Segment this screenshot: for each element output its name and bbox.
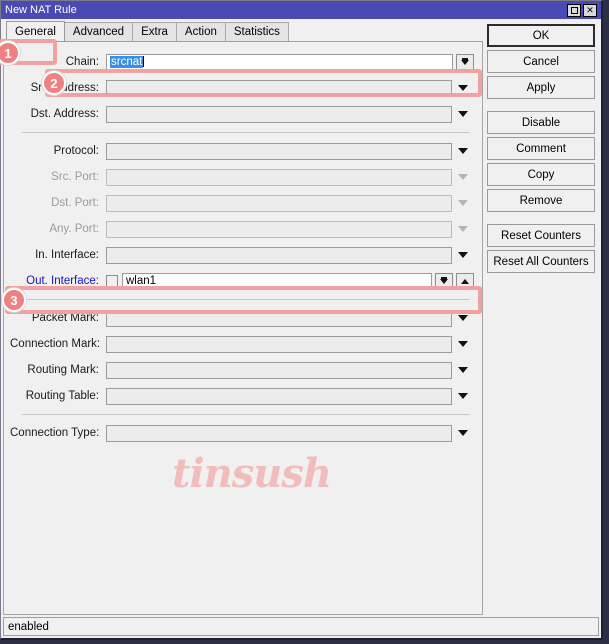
in-interface-dropdown-icon[interactable] bbox=[452, 247, 474, 264]
out-interface-label: Out. Interface: bbox=[26, 275, 99, 287]
out-interface-input[interactable]: wlan1 bbox=[122, 272, 432, 290]
copy-button[interactable]: Copy bbox=[487, 163, 595, 186]
field-row-src-port: Src. Port: bbox=[4, 164, 482, 190]
out-interface-collapse-icon[interactable] bbox=[456, 272, 474, 290]
tab-statistics[interactable]: Statistics bbox=[224, 22, 289, 41]
tab-general[interactable]: General bbox=[6, 21, 65, 41]
field-row-protocol: Protocol: bbox=[4, 138, 482, 164]
dialog-body: General Advanced Extra Action Statistics… bbox=[0, 19, 601, 615]
field-row-dst-port: Dst. Port: bbox=[4, 190, 482, 216]
watermark: tinsush bbox=[172, 450, 332, 497]
field-row-routing-table: Routing Table: bbox=[4, 383, 482, 409]
field-row-connection-mark: Connection Mark: bbox=[4, 331, 482, 357]
divider-2 bbox=[22, 299, 470, 300]
form-column: General Advanced Extra Action Statistics… bbox=[3, 21, 483, 615]
disable-button[interactable]: Disable bbox=[487, 111, 595, 134]
status-bar: enabled bbox=[3, 617, 599, 636]
field-row-routing-mark: Routing Mark: bbox=[4, 357, 482, 383]
out-interface-checkbox[interactable] bbox=[106, 275, 118, 287]
protocol-label: Protocol: bbox=[53, 145, 99, 157]
field-row-any-port: Any. Port: bbox=[4, 216, 482, 242]
in-interface-label: In. Interface: bbox=[35, 249, 99, 261]
dst-address-input[interactable] bbox=[106, 105, 452, 123]
tab-advanced[interactable]: Advanced bbox=[63, 22, 134, 41]
title-bar: New NAT Rule ✕ bbox=[1, 1, 601, 19]
status-text: enabled bbox=[8, 620, 49, 633]
routing-table-label: Routing Table: bbox=[25, 390, 99, 402]
connection-type-label: Connection Type: bbox=[10, 427, 100, 439]
dst-address-label: Dst. Address: bbox=[30, 108, 99, 120]
protocol-dropdown-icon[interactable] bbox=[452, 143, 474, 160]
cancel-button[interactable]: Cancel bbox=[487, 50, 595, 73]
any-port-input bbox=[106, 220, 452, 238]
connection-mark-dropdown-icon[interactable] bbox=[452, 336, 474, 353]
out-interface-dropdown-icon[interactable] bbox=[435, 272, 453, 290]
packet-mark-input[interactable] bbox=[106, 309, 452, 327]
field-row-src-address: Src. Address: bbox=[4, 75, 482, 101]
maximize-icon[interactable] bbox=[567, 3, 581, 17]
divider-3 bbox=[22, 414, 470, 415]
routing-table-input[interactable] bbox=[106, 387, 452, 405]
field-row-packet-mark: Packet Mark: bbox=[4, 305, 482, 331]
dst-port-label: Dst. Port: bbox=[51, 197, 99, 209]
connection-mark-input[interactable] bbox=[106, 335, 452, 353]
general-tab-panel: tinsush Chain: srcnat Src. Address: Dst.… bbox=[3, 42, 483, 615]
divider-1 bbox=[22, 132, 470, 133]
reset-counters-button[interactable]: Reset Counters bbox=[487, 224, 595, 247]
packet-mark-dropdown-icon[interactable] bbox=[452, 310, 474, 327]
src-address-label: Src. Address: bbox=[30, 82, 99, 94]
src-port-input bbox=[106, 168, 452, 186]
routing-table-dropdown-icon[interactable] bbox=[452, 388, 474, 405]
close-icon[interactable]: ✕ bbox=[583, 3, 597, 17]
src-port-label: Src. Port: bbox=[51, 171, 99, 183]
chain-input[interactable]: srcnat bbox=[106, 53, 453, 71]
apply-button[interactable]: Apply bbox=[487, 76, 595, 99]
field-row-connection-type: Connection Type: bbox=[4, 420, 482, 446]
connection-type-dropdown-icon[interactable] bbox=[452, 425, 474, 442]
packet-mark-label: Packet Mark: bbox=[31, 312, 99, 324]
any-port-dropdown-icon bbox=[452, 221, 474, 238]
src-port-dropdown-icon bbox=[452, 169, 474, 186]
remove-button[interactable]: Remove bbox=[487, 189, 595, 212]
chain-dropdown-icon[interactable] bbox=[456, 53, 474, 71]
routing-mark-dropdown-icon[interactable] bbox=[452, 362, 474, 379]
src-address-dropdown-icon[interactable] bbox=[452, 80, 474, 97]
tab-extra[interactable]: Extra bbox=[132, 22, 177, 41]
tab-bar: General Advanced Extra Action Statistics bbox=[3, 21, 483, 42]
comment-button[interactable]: Comment bbox=[487, 137, 595, 160]
tab-action[interactable]: Action bbox=[175, 22, 226, 41]
ok-button[interactable]: OK bbox=[487, 24, 595, 47]
dst-port-input bbox=[106, 194, 452, 212]
routing-mark-label: Routing Mark: bbox=[27, 364, 99, 376]
field-row-chain: Chain: srcnat bbox=[4, 49, 482, 75]
action-button-column: OK Cancel Apply Disable Comment Copy Rem… bbox=[483, 21, 599, 615]
dst-address-dropdown-icon[interactable] bbox=[452, 106, 474, 123]
chain-label: Chain: bbox=[65, 56, 99, 68]
nat-rule-dialog: New NAT Rule ✕ General Advanced Extra Ac… bbox=[0, 0, 603, 640]
connection-mark-label: Connection Mark: bbox=[10, 338, 101, 350]
window-controls: ✕ bbox=[567, 3, 601, 17]
chain-value: srcnat bbox=[110, 55, 144, 68]
window-title: New NAT Rule bbox=[5, 4, 77, 16]
dst-port-dropdown-icon bbox=[452, 195, 474, 212]
field-row-in-interface: In. Interface: bbox=[4, 242, 482, 268]
field-row-out-interface: Out. Interface: wlan1 bbox=[4, 268, 482, 294]
field-row-dst-address: Dst. Address: bbox=[4, 101, 482, 127]
src-address-input[interactable] bbox=[106, 79, 452, 97]
reset-all-counters-button[interactable]: Reset All Counters bbox=[487, 250, 595, 273]
connection-type-input[interactable] bbox=[106, 424, 452, 442]
in-interface-input[interactable] bbox=[106, 246, 452, 264]
any-port-label: Any. Port: bbox=[49, 223, 99, 235]
protocol-input[interactable] bbox=[106, 142, 452, 160]
routing-mark-input[interactable] bbox=[106, 361, 452, 379]
